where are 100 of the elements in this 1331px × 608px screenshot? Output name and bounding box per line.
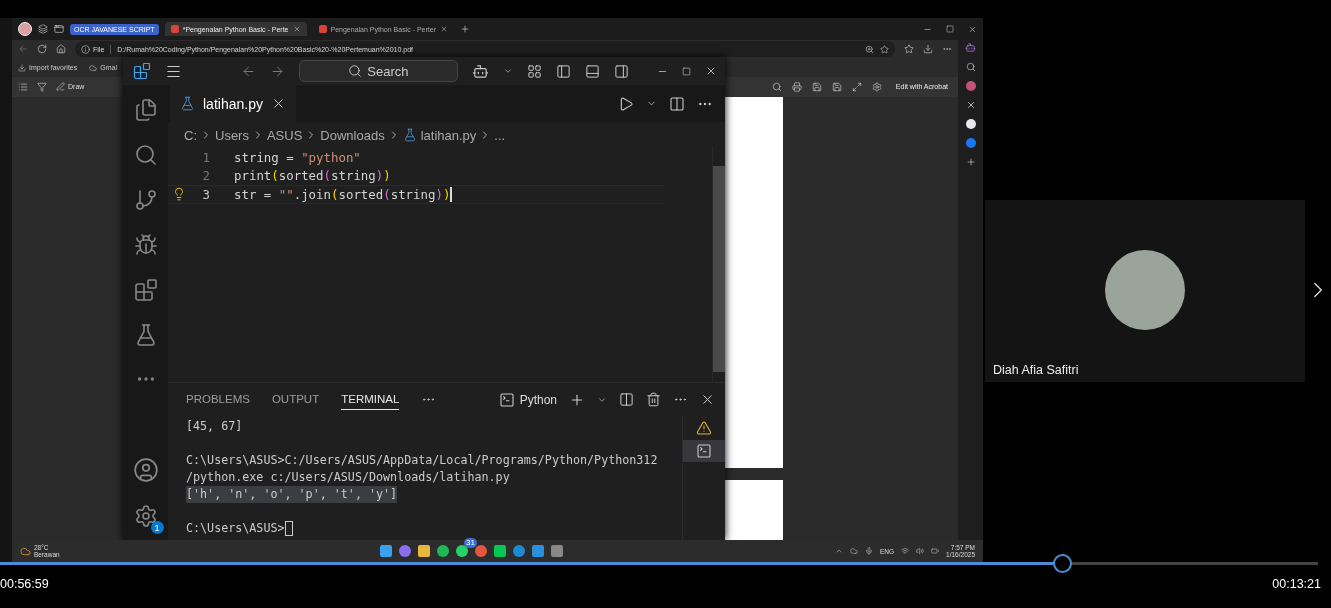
download-icon[interactable] [923, 44, 933, 55]
volume-icon[interactable] [916, 547, 925, 555]
close-icon[interactable] [705, 65, 717, 77]
app-icon[interactable] [551, 545, 563, 557]
favorite-star-icon[interactable] [880, 44, 889, 54]
trash-icon[interactable] [646, 392, 661, 407]
panel-right-icon[interactable] [614, 63, 629, 79]
explorer-icon[interactable] [133, 98, 158, 122]
close-icon[interactable] [968, 24, 977, 34]
terminal-list-item[interactable] [683, 440, 725, 462]
terminal-output: ['h', 'n', 'o', 'p', 't', 'y'] [186, 486, 398, 503]
elapsed-time: 00:56:59 [0, 577, 49, 591]
panel-left-icon[interactable] [556, 63, 571, 79]
chevron-up-icon[interactable] [835, 547, 843, 555]
app-icon[interactable] [494, 545, 506, 557]
home-icon[interactable] [56, 44, 66, 55]
breadcrumb-item[interactable]: C: [184, 127, 197, 143]
bookmark-icon [89, 63, 98, 72]
search-field[interactable]: Search [298, 60, 458, 82]
bookmark-icon [18, 63, 26, 72]
panel-tab[interactable]: TERMINAL [341, 389, 400, 410]
run-icon[interactable] [618, 95, 634, 112]
extensions-icon[interactable] [133, 278, 158, 302]
text-cursor [450, 186, 452, 202]
code-editor-icon[interactable] [532, 545, 544, 557]
panel-tab[interactable]: OUTPUT [271, 389, 320, 410]
line-number: 1 [201, 149, 210, 165]
pdf-icon [170, 25, 179, 33]
editor-tab[interactable]: latihan.py [170, 85, 296, 122]
tab-actions-icon[interactable] [54, 24, 64, 34]
browser-icon[interactable] [513, 545, 525, 557]
account-icon[interactable] [132, 457, 159, 483]
panel-bottom-icon[interactable] [585, 63, 600, 79]
breadcrumb-item[interactable]: Downloads [320, 127, 385, 143]
remaining-time: 00:13:21 [1272, 577, 1321, 591]
save-icon[interactable] [811, 81, 822, 92]
chat-app-icon[interactable] [456, 545, 468, 557]
cloud-icon[interactable] [850, 547, 858, 555]
favorites-icon[interactable] [904, 44, 914, 55]
maximize-icon[interactable] [682, 66, 691, 76]
zoom-icon[interactable] [865, 44, 874, 54]
breadcrumb-item[interactable]: latihan.py [402, 127, 477, 143]
maximize-icon[interactable] [946, 25, 954, 33]
lightbulb-icon[interactable] [172, 187, 186, 202]
profile-avatar[interactable] [18, 22, 32, 36]
line-number: 2 [201, 168, 210, 184]
breadcrumb-item[interactable]: ... [494, 127, 506, 143]
progress-handle[interactable] [1053, 554, 1073, 573]
panel-tab[interactable]: PROBLEMS [186, 389, 250, 410]
split-editor-icon[interactable] [669, 95, 685, 112]
breadcrumb-item[interactable]: Users [215, 127, 249, 143]
source-control-icon[interactable] [133, 188, 158, 212]
terminal-icon [498, 391, 515, 408]
terminal-output: /python.exe c:/Users/ASUS/Downloads/latihan.py [186, 469, 510, 486]
terminal-output: C:\Users\ASUS>C:/Users/ASUS/AppData/Local/Programs/Python/Python312 [186, 452, 658, 469]
line-number: 3 [201, 186, 210, 202]
code-line: str = "".join(sorted(string)) [234, 186, 452, 202]
split-icon[interactable] [619, 392, 634, 407]
refresh-icon[interactable] [37, 44, 47, 55]
participant-name: Diah Afia Safitri [993, 363, 1079, 377]
warning-icon[interactable] [696, 420, 712, 436]
battery-icon[interactable] [931, 547, 940, 555]
search-icon[interactable] [965, 62, 976, 72]
unread-badge: 31 [464, 538, 477, 548]
code-line: string = "python" [234, 149, 361, 165]
terminal-icon [696, 443, 712, 459]
folder-icon[interactable] [418, 545, 430, 557]
scrollbar-thumb[interactable] [713, 166, 725, 372]
search-icon [348, 64, 363, 78]
site-icon[interactable] [965, 119, 976, 129]
code-line: print(sorted(string)) [234, 168, 391, 184]
settings-icon[interactable] [871, 81, 882, 92]
highlight-icon[interactable] [37, 81, 47, 92]
forward-icon[interactable] [269, 63, 285, 79]
chevron-down-icon[interactable] [503, 66, 513, 76]
add-icon[interactable] [965, 157, 976, 167]
run-debug-icon[interactable] [133, 233, 158, 257]
workspaces-icon[interactable] [38, 24, 48, 34]
new-tab-icon[interactable] [459, 24, 470, 34]
app-icon[interactable] [437, 545, 449, 557]
terminal-selector[interactable]: Python [498, 391, 557, 408]
close-icon[interactable] [700, 392, 715, 407]
pdf-icon [318, 25, 327, 33]
wifi-icon[interactable] [901, 547, 910, 555]
x-icon[interactable] [965, 100, 976, 110]
app-icon[interactable] [399, 545, 411, 557]
pen-icon [56, 82, 65, 92]
browser-icon[interactable] [475, 545, 487, 557]
progress-track[interactable] [0, 562, 1318, 565]
breadcrumb-item[interactable]: ASUS [266, 127, 303, 143]
weather-icon[interactable] [20, 545, 31, 557]
microphone-icon[interactable] [865, 547, 873, 555]
layout-icon[interactable] [527, 63, 542, 79]
search-icon[interactable] [771, 81, 782, 92]
contents-icon[interactable] [18, 81, 28, 92]
search-icon[interactable] [133, 143, 158, 167]
fullscreen-icon[interactable] [851, 81, 862, 92]
save-as-icon[interactable] [831, 81, 842, 92]
back-icon[interactable] [240, 63, 256, 79]
print-icon[interactable] [791, 81, 802, 92]
